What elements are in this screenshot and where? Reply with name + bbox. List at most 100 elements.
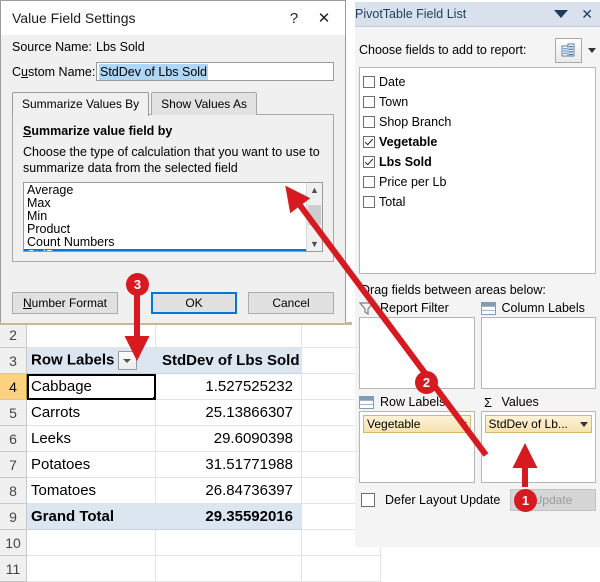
checkbox[interactable]: [363, 76, 375, 88]
field-list-view-icon[interactable]: [555, 37, 582, 63]
grid-icon: [480, 301, 496, 315]
cell-value[interactable]: 25.13866307: [155, 399, 302, 426]
listbox-scrollbar[interactable]: ▲ ▼: [306, 183, 322, 251]
defer-layout-update-checkbox[interactable]: [361, 493, 375, 507]
dialog-titlebar[interactable]: Value Field Settings ? ✕: [1, 1, 345, 35]
row-header[interactable]: 7: [0, 451, 27, 478]
fill-handle[interactable]: [153, 397, 155, 399]
field-item-lbs-sold[interactable]: Lbs Sold: [363, 152, 592, 172]
table-row[interactable]: 2: [0, 322, 381, 348]
field-item-shop-branch[interactable]: Shop Branch: [363, 112, 592, 132]
cell-value[interactable]: 1.527525232: [155, 373, 302, 400]
number-format-button[interactable]: Number Format: [12, 292, 118, 314]
checkbox[interactable]: [363, 116, 375, 128]
chevron-down-icon[interactable]: [588, 47, 596, 53]
list-item-average[interactable]: Average: [24, 184, 306, 197]
cell-b2[interactable]: [155, 322, 302, 348]
cell-text[interactable]: Leeks: [26, 425, 156, 452]
row-header[interactable]: 2: [0, 322, 27, 348]
scroll-up-icon[interactable]: ▲: [307, 183, 322, 197]
field-item-total[interactable]: Total: [363, 192, 592, 212]
scrollbar-thumb[interactable]: [308, 205, 321, 225]
values-field-chip[interactable]: StdDev of Lb...: [484, 415, 592, 433]
cell-text[interactable]: Potatoes: [26, 451, 156, 478]
source-name-row: Source Name: Lbs Sold: [12, 35, 334, 59]
chevron-down-icon[interactable]: [118, 351, 138, 370]
table-row[interactable]: 5 Carrots 25.13866307: [0, 399, 381, 426]
field-checkbox-list[interactable]: Date Town Shop Branch Vegetable Lbs Sold…: [359, 67, 596, 274]
table-row[interactable]: 11: [0, 555, 381, 582]
checkbox-checked[interactable]: [363, 156, 375, 168]
row-header[interactable]: 3: [0, 347, 27, 374]
cancel-button[interactable]: Cancel: [248, 292, 334, 314]
table-row[interactable]: 10: [0, 529, 381, 556]
pivottable-field-list-panel[interactable]: PivotTable Field List ✕ Choose fields to…: [355, 2, 600, 547]
chevron-down-icon[interactable]: [458, 421, 467, 427]
table-row-grand-total[interactable]: 9 Grand Total 29.35592016: [0, 503, 381, 530]
cell-a2[interactable]: [26, 322, 156, 348]
help-icon[interactable]: ?: [279, 3, 309, 33]
scroll-down-icon[interactable]: ▼: [307, 237, 322, 251]
checkbox[interactable]: [363, 176, 375, 188]
stddev-column-header[interactable]: StdDev of Lbs Sold: [155, 347, 302, 374]
field-item-vegetable[interactable]: Vegetable: [363, 132, 592, 152]
values-dropzone[interactable]: StdDev of Lb...: [480, 411, 596, 483]
cell-text[interactable]: Carrots: [26, 399, 156, 426]
row-header[interactable]: 11: [0, 555, 27, 582]
cell-a11[interactable]: [26, 555, 156, 582]
ok-button[interactable]: OK: [151, 292, 237, 314]
grid-icon: [359, 395, 374, 409]
pivot-panel-footer: Defer Layout Update Update: [359, 489, 596, 511]
cell-b10[interactable]: [155, 529, 302, 556]
close-icon[interactable]: ✕: [581, 7, 593, 21]
cell-value[interactable]: 26.84736397: [155, 477, 302, 504]
list-item-max[interactable]: Max: [24, 197, 306, 210]
listbox-items[interactable]: Average Max Min Product Count Numbers St…: [24, 183, 306, 251]
row-header[interactable]: 9: [0, 503, 27, 530]
table-row[interactable]: 7 Potatoes 31.51771988: [0, 451, 381, 478]
column-labels-dropzone[interactable]: [480, 317, 596, 389]
row-labels-dropzone[interactable]: Vegetable: [359, 411, 475, 483]
tab-summarize-values-by[interactable]: Summarize Values By: [12, 92, 150, 116]
checkbox[interactable]: [363, 196, 375, 208]
checkbox-checked[interactable]: [363, 136, 375, 148]
row-header-active[interactable]: 4: [0, 373, 27, 400]
list-item-stddev[interactable]: StdDev: [24, 249, 306, 251]
chevron-down-icon[interactable]: [580, 421, 588, 427]
checkbox[interactable]: [363, 96, 375, 108]
value-field-settings-dialog[interactable]: Value Field Settings ? ✕ Source Name: Lb…: [0, 0, 346, 323]
cell-b11[interactable]: [155, 555, 302, 582]
field-item-price-per-lb[interactable]: Price per Lb: [363, 172, 592, 192]
tab-show-values-as[interactable]: Show Values As: [151, 92, 257, 115]
pivot-table[interactable]: 2 3 Row Labels StdDev of Lbs Sold 4 Cabb…: [0, 322, 381, 582]
table-row[interactable]: 6 Leeks 29.6090398: [0, 425, 381, 452]
table-row[interactable]: 8 Tomatoes 26.84736397: [0, 477, 381, 504]
custom-name-field[interactable]: StdDev of Lbs Sold: [96, 62, 334, 81]
cell-text[interactable]: Tomatoes: [26, 477, 156, 504]
row-header[interactable]: 5: [0, 399, 27, 426]
panel-heading: Summarize value field by: [23, 124, 323, 138]
grand-total-label[interactable]: Grand Total: [26, 503, 156, 530]
pivot-panel-titlebar[interactable]: PivotTable Field List ✕: [355, 2, 600, 27]
dialog-title: Value Field Settings: [12, 10, 136, 26]
row-header[interactable]: 10: [0, 529, 27, 556]
table-row[interactable]: 3 Row Labels StdDev of Lbs Sold: [0, 347, 381, 374]
row-header[interactable]: 6: [0, 425, 27, 452]
field-item-town[interactable]: Town: [363, 92, 592, 112]
cell-value[interactable]: 31.51771988: [155, 451, 302, 478]
grand-total-value[interactable]: 29.35592016: [155, 503, 302, 530]
table-row[interactable]: 4 Cabbage 1.527525232: [0, 373, 381, 400]
cell-a10[interactable]: [26, 529, 156, 556]
dialog-tabs[interactable]: Summarize Values By Show Values As: [12, 92, 334, 116]
row-labels-field-chip[interactable]: Vegetable: [363, 415, 471, 433]
cell-c11[interactable]: [301, 555, 381, 582]
active-cell-cabbage[interactable]: Cabbage: [26, 373, 156, 400]
field-item-date[interactable]: Date: [363, 72, 592, 92]
row-labels-header-cell[interactable]: Row Labels: [26, 347, 156, 374]
row-header[interactable]: 8: [0, 477, 27, 504]
cell-value[interactable]: 29.6090398: [155, 425, 302, 452]
calculation-type-listbox[interactable]: Average Max Min Product Count Numbers St…: [23, 182, 323, 252]
spreadsheet-grid[interactable]: 2 3 Row Labels StdDev of Lbs Sold 4 Cabb…: [0, 322, 381, 582]
close-icon[interactable]: ✕: [309, 3, 339, 33]
chevron-down-icon[interactable]: [554, 10, 569, 18]
